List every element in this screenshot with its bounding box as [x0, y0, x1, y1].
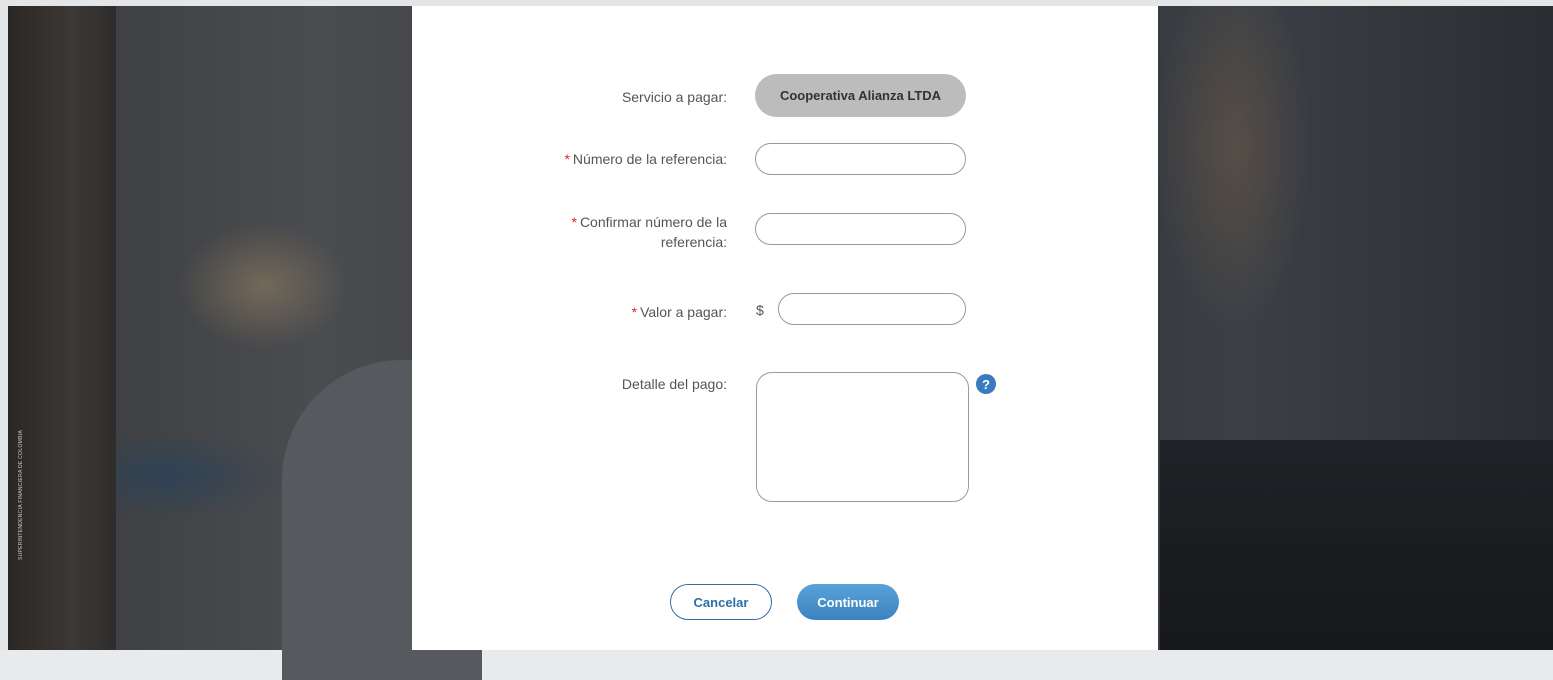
confirm-reference-label-line2: referencia:: [660, 234, 727, 250]
confirm-reference-input[interactable]: [755, 213, 966, 245]
amount-label-text: Valor a pagar:: [640, 304, 727, 320]
left-strip: [0, 0, 8, 650]
reference-label-text: Número de la referencia:: [572, 151, 727, 167]
payment-form-panel: Servicio a pagar: Cooperativa Alianza LT…: [412, 6, 1158, 650]
help-icon[interactable]: ?: [976, 374, 996, 394]
cancel-button[interactable]: Cancelar: [670, 584, 772, 620]
confirm-reference-label-line1: Confirmar número de la: [579, 214, 727, 230]
service-value-pill: Cooperativa Alianza LTDA: [755, 74, 966, 117]
required-mark: *: [571, 214, 577, 230]
background-caption: SUPERINTENDENCIA FINANCIERA DE COLOMBIA: [18, 429, 24, 560]
detail-textarea[interactable]: [756, 372, 969, 502]
continue-button[interactable]: Continuar: [797, 584, 899, 620]
currency-symbol: $: [756, 302, 764, 318]
amount-label: * Valor a pagar:: [632, 302, 727, 322]
required-mark: *: [631, 304, 638, 320]
detail-label: Detalle del pago:: [621, 376, 727, 392]
background-window: [1160, 440, 1553, 650]
service-label: Servicio a pagar:: [621, 89, 727, 105]
confirm-reference-label: * Confirmar número de la referencia:: [571, 212, 727, 252]
required-mark: *: [564, 151, 570, 167]
amount-input[interactable]: [778, 293, 966, 325]
reference-label: * Número de la referencia:: [564, 149, 727, 169]
reference-input[interactable]: [755, 143, 966, 175]
